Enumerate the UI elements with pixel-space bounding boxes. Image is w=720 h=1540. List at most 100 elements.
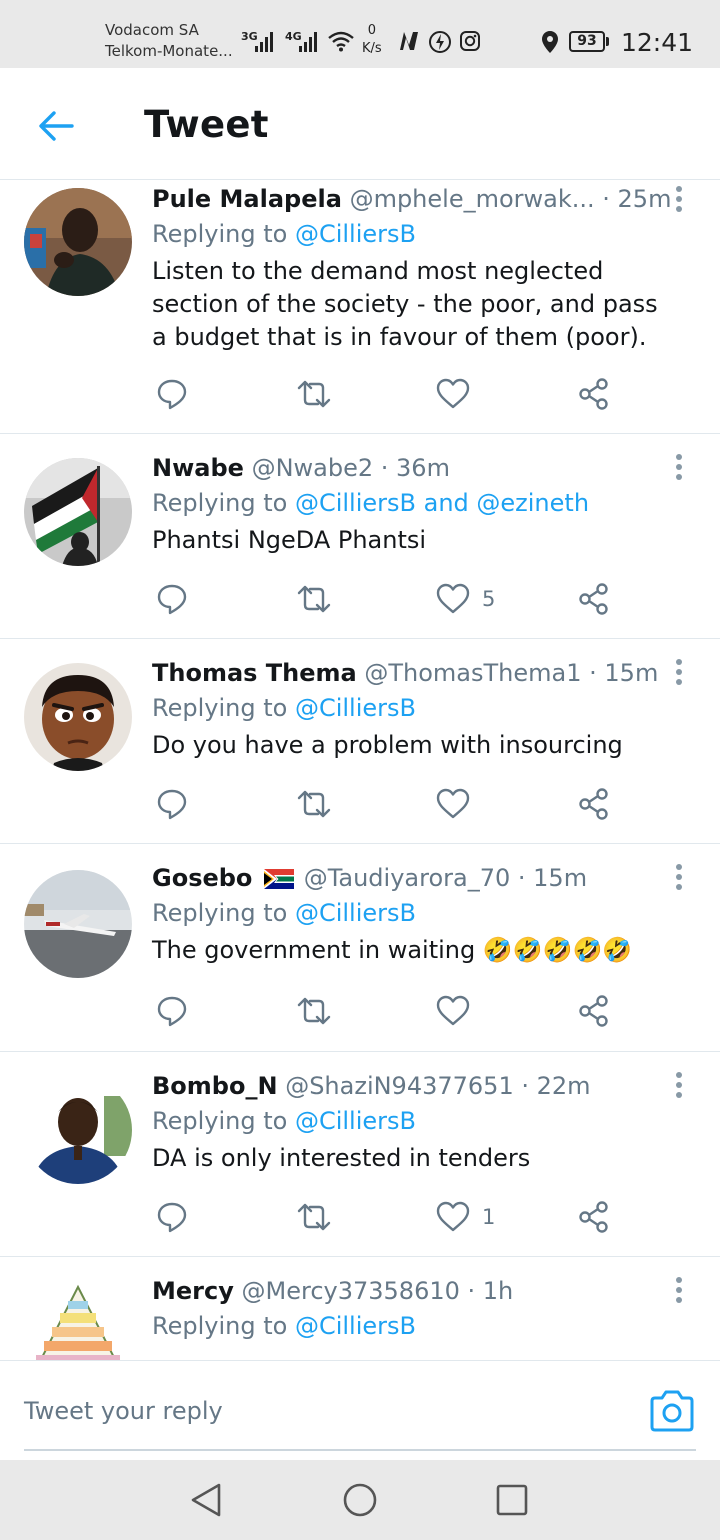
reply-input[interactable]: Tweet your reply — [24, 1397, 223, 1425]
author-name[interactable]: Bombo_N — [152, 1072, 278, 1100]
reply-icon — [157, 584, 187, 615]
reply-button[interactable] — [156, 1197, 188, 1237]
nav-recents-button[interactable] — [492, 1480, 532, 1520]
battery-indicator: 93 — [569, 31, 605, 52]
share-button[interactable] — [578, 991, 610, 1031]
author-handle[interactable]: @Mercy37358610 — [242, 1277, 460, 1305]
more-options-button[interactable] — [664, 182, 694, 216]
retweet-button[interactable] — [296, 991, 332, 1031]
avatar-image — [24, 1281, 132, 1360]
reply-button[interactable] — [156, 784, 188, 824]
tweet-header: Nwabe @Nwabe2 · 36m — [152, 451, 670, 485]
like-button[interactable] — [436, 784, 482, 824]
avatar[interactable] — [24, 1076, 132, 1184]
retweet-icon — [297, 997, 331, 1025]
author-handle[interactable]: @Taudiyarora_70 — [304, 864, 511, 892]
more-vertical-icon — [676, 186, 682, 212]
retweet-button[interactable] — [296, 1197, 332, 1237]
author-handle[interactable]: @Nwabe2 — [252, 454, 374, 482]
page-title: Tweet — [144, 103, 269, 146]
signal-bars-icon — [255, 30, 273, 52]
mention-link[interactable]: @CilliersB — [295, 1107, 416, 1135]
mention-link[interactable]: @CilliersB — [295, 1312, 416, 1340]
replying-to: Replying to @CilliersB — [152, 895, 670, 931]
arrow-left-icon — [39, 111, 74, 141]
share-button[interactable] — [578, 784, 610, 824]
like-button[interactable]: 5 — [436, 579, 495, 619]
nav-home-button[interactable] — [340, 1480, 380, 1520]
back-button[interactable] — [34, 104, 78, 148]
more-options-button[interactable] — [664, 1273, 694, 1307]
tweet-item[interactable]: Pule Malapela @mphele_morwak... · 25m Re… — [0, 180, 720, 434]
like-button[interactable] — [436, 374, 482, 414]
avatar[interactable] — [24, 663, 132, 771]
location-icon — [542, 31, 558, 53]
share-button[interactable] — [578, 374, 610, 414]
tweet-time: · 1h — [467, 1277, 514, 1305]
like-count: 1 — [482, 1205, 496, 1229]
more-options-button[interactable] — [664, 860, 694, 894]
author-name[interactable]: Nwabe — [152, 454, 244, 482]
share-button[interactable] — [578, 579, 610, 619]
signal-bars-icon — [299, 30, 317, 52]
author-name[interactable]: Mercy — [152, 1277, 234, 1305]
heart-icon — [436, 788, 470, 819]
tweet-time: · 25m — [602, 185, 670, 213]
reply-button[interactable] — [156, 991, 188, 1031]
share-button[interactable] — [578, 1197, 610, 1237]
replies-feed[interactable]: Pule Malapela @mphele_morwak... · 25m Re… — [0, 180, 720, 1360]
replying-to: Replying to @CilliersB — [152, 690, 670, 726]
heart-icon — [436, 378, 470, 409]
author-handle[interactable]: @mphele_morwak... — [350, 185, 595, 213]
more-options-button[interactable] — [664, 450, 694, 484]
reply-composer: Tweet your reply — [0, 1360, 720, 1460]
avatar[interactable] — [24, 458, 132, 566]
tweet-time: · 22m — [521, 1072, 591, 1100]
reply-button[interactable] — [156, 579, 188, 619]
share-icon — [579, 788, 608, 820]
author-handle[interactable]: @ThomasThema1 — [364, 659, 581, 687]
avatar[interactable] — [24, 188, 132, 296]
retweet-button[interactable] — [296, 374, 332, 414]
replying-prefix: Replying to — [152, 220, 288, 248]
more-options-button[interactable] — [664, 655, 694, 689]
tweet-actions — [152, 784, 622, 824]
tweet-item[interactable]: Bombo_N @ShaziN94377651 · 22m Replying t… — [0, 1052, 720, 1257]
replying-prefix: Replying to — [152, 899, 288, 927]
share-icon — [579, 995, 608, 1027]
share-icon — [579, 1201, 608, 1233]
tweet-item[interactable]: Thomas Thema @ThomasThema1 · 15m Replyin… — [0, 639, 720, 844]
like-button[interactable]: 1 — [436, 1197, 495, 1237]
author-handle[interactable]: @ShaziN94377651 — [285, 1072, 514, 1100]
author-name[interactable]: Pule Malapela — [152, 185, 342, 213]
avatar[interactable] — [24, 1281, 132, 1360]
retweet-button[interactable] — [296, 784, 332, 824]
author-name[interactable]: Thomas Thema — [152, 659, 357, 687]
camera-button[interactable] — [648, 1389, 696, 1433]
tweet-actions: 5 — [152, 579, 622, 619]
retweet-icon — [297, 380, 331, 408]
avatar[interactable] — [24, 870, 132, 978]
more-options-button[interactable] — [664, 1068, 694, 1102]
mention-link[interactable]: @CilliersB — [295, 899, 416, 927]
tweet-item[interactable]: Mercy @Mercy37358610 · 1h Replying to @C… — [0, 1257, 720, 1360]
nav-back-button[interactable] — [186, 1480, 226, 1520]
like-button[interactable] — [436, 991, 482, 1031]
wifi-icon — [328, 31, 354, 52]
tweet-header: Pule Malapela @mphele_morwak... · 25m — [152, 182, 670, 216]
carrier-name-2: Telkom-Monate... — [105, 42, 233, 60]
mention-link[interactable]: @CilliersB — [295, 220, 416, 248]
instagram-icon — [460, 31, 480, 51]
tweet-item[interactable]: Nwabe @Nwabe2 · 36m Replying to @Cillier… — [0, 434, 720, 639]
reply-button[interactable] — [156, 374, 188, 414]
mention-link[interactable]: @CilliersB — [295, 694, 416, 722]
south-africa-flag-icon — [264, 869, 295, 889]
retweet-button[interactable] — [296, 579, 332, 619]
tweet-item[interactable]: Gosebo @Taudiyarora_70 · 15m Replying to… — [0, 844, 720, 1052]
more-vertical-icon — [676, 1072, 682, 1098]
system-nav-bar — [0, 1460, 720, 1540]
network-speed-value: 0 — [367, 23, 376, 38]
mention-link[interactable]: @CilliersB and @ezineth — [295, 489, 589, 517]
tweet-actions: 1 — [152, 1197, 622, 1237]
author-name[interactable]: Gosebo — [152, 864, 252, 892]
